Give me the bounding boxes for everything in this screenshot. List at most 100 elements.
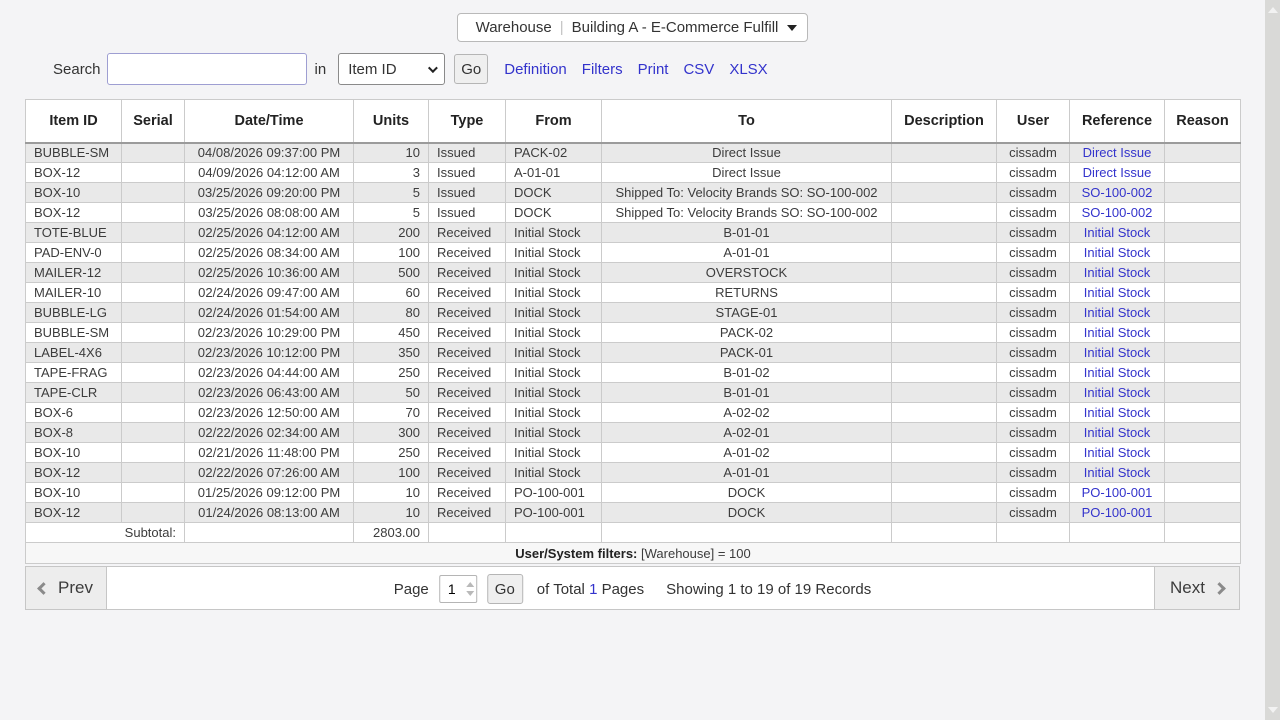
cell-units: 5	[354, 183, 429, 203]
subtotal-empty	[1165, 523, 1241, 543]
cell-type: Received	[429, 223, 506, 243]
cell-ref: SO-100-002	[1070, 203, 1165, 223]
search-field-select[interactable]: Item ID	[338, 53, 445, 85]
reference-link[interactable]: Direct Issue	[1083, 165, 1152, 180]
context-module-label[interactable]: Warehouse	[468, 19, 560, 36]
caret-down-icon	[787, 25, 797, 31]
vertical-scrollbar[interactable]	[1265, 0, 1280, 720]
cell-ref: Initial Stock	[1070, 363, 1165, 383]
page-number-input[interactable]	[440, 576, 464, 602]
cell-ref: Initial Stock	[1070, 263, 1165, 283]
table-row: BUBBLE-LG02/24/2026 01:54:00 AM80Receive…	[26, 303, 1241, 323]
reference-link[interactable]: PO-100-001	[1082, 505, 1153, 520]
total-pages-text: of Total 1 Pages	[537, 581, 644, 598]
scroll-up-icon[interactable]	[1268, 7, 1278, 13]
subtotal-empty	[1070, 523, 1165, 543]
cell-ref: Initial Stock	[1070, 243, 1165, 263]
reference-link[interactable]: Initial Stock	[1084, 245, 1150, 260]
cell-date: 02/23/2026 06:43:00 AM	[185, 383, 354, 403]
cell-type: Issued	[429, 183, 506, 203]
cell-from: A-01-01	[506, 163, 602, 183]
next-button[interactable]: Next	[1154, 567, 1239, 609]
cell-date: 03/25/2026 08:08:00 AM	[185, 203, 354, 223]
table-row: BOX-1201/24/2026 08:13:00 AM10ReceivedPO…	[26, 503, 1241, 523]
cell-units: 60	[354, 283, 429, 303]
cell-type: Received	[429, 323, 506, 343]
xlsx-link[interactable]: XLSX	[729, 61, 767, 78]
reference-link[interactable]: Initial Stock	[1084, 285, 1150, 300]
reference-link[interactable]: Initial Stock	[1084, 425, 1150, 440]
scroll-down-icon[interactable]	[1268, 707, 1278, 713]
cell-ref: Direct Issue	[1070, 143, 1165, 163]
reference-link[interactable]: Initial Stock	[1084, 405, 1150, 420]
cell-desc	[892, 243, 997, 263]
reference-link[interactable]: Initial Stock	[1084, 225, 1150, 240]
cell-type: Received	[429, 283, 506, 303]
cell-ref: PO-100-001	[1070, 483, 1165, 503]
subtotal-units-value: 2803.00	[354, 523, 429, 543]
reference-link[interactable]: Initial Stock	[1084, 325, 1150, 340]
column-header-from: From	[506, 100, 602, 143]
table-row: BOX-1202/22/2026 07:26:00 AM100ReceivedI…	[26, 463, 1241, 483]
cell-item: BOX-10	[26, 483, 122, 503]
definition-link[interactable]: Definition	[504, 61, 567, 78]
cell-to: Direct Issue	[602, 163, 892, 183]
reference-link[interactable]: Initial Stock	[1084, 445, 1150, 460]
cell-type: Issued	[429, 163, 506, 183]
reference-link[interactable]: Initial Stock	[1084, 345, 1150, 360]
cell-item: BOX-6	[26, 403, 122, 423]
spinner-down-icon[interactable]	[466, 591, 474, 596]
reference-link[interactable]: SO-100-002	[1082, 185, 1153, 200]
filters-note-row: User/System filters: [Warehouse] = 100	[26, 543, 1241, 564]
cell-type: Received	[429, 503, 506, 523]
column-header-user: User	[997, 100, 1070, 143]
cell-item: LABEL-4X6	[26, 343, 122, 363]
reference-link[interactable]: PO-100-001	[1082, 485, 1153, 500]
cell-date: 04/09/2026 04:12:00 AM	[185, 163, 354, 183]
cell-from: Initial Stock	[506, 403, 602, 423]
csv-link[interactable]: CSV	[683, 61, 714, 78]
reference-link[interactable]: Initial Stock	[1084, 365, 1150, 380]
cell-date: 02/23/2026 10:29:00 PM	[185, 323, 354, 343]
cell-reason	[1165, 303, 1241, 323]
reference-link[interactable]: SO-100-002	[1082, 205, 1153, 220]
cell-user: cissadm	[997, 303, 1070, 323]
transactions-table: Item IDSerialDate/TimeUnitsTypeFromToDes…	[25, 99, 1241, 564]
page-number-spinner[interactable]	[464, 576, 476, 602]
search-input[interactable]	[107, 53, 307, 85]
cell-ref: SO-100-002	[1070, 183, 1165, 203]
search-go-button[interactable]: Go	[454, 54, 488, 84]
reference-link[interactable]: Initial Stock	[1084, 385, 1150, 400]
reference-link[interactable]: Initial Stock	[1084, 265, 1150, 280]
cell-desc	[892, 503, 997, 523]
table-row: BOX-602/23/2026 12:50:00 AM70ReceivedIni…	[26, 403, 1241, 423]
page-label: Page	[394, 581, 429, 598]
table-row: BOX-1003/25/2026 09:20:00 PM5IssuedDOCKS…	[26, 183, 1241, 203]
context-switcher-button[interactable]: Warehouse | Building A - E-Commerce Fulf…	[457, 13, 809, 42]
cell-desc	[892, 483, 997, 503]
cell-serial	[122, 183, 185, 203]
page-go-button[interactable]: Go	[487, 574, 523, 604]
filters-link[interactable]: Filters	[582, 61, 623, 78]
prev-button[interactable]: Prev	[26, 567, 107, 609]
cell-type: Issued	[429, 203, 506, 223]
cell-date: 02/23/2026 12:50:00 AM	[185, 403, 354, 423]
reference-link[interactable]: Initial Stock	[1084, 305, 1150, 320]
filters-note: User/System filters: [Warehouse] = 100	[26, 543, 1241, 564]
cell-reason	[1165, 263, 1241, 283]
cell-desc	[892, 263, 997, 283]
cell-units: 250	[354, 363, 429, 383]
cell-reason	[1165, 203, 1241, 223]
cell-item: BOX-12	[26, 163, 122, 183]
reference-link[interactable]: Initial Stock	[1084, 465, 1150, 480]
cell-reason	[1165, 283, 1241, 303]
cell-from: Initial Stock	[506, 303, 602, 323]
cell-from: Initial Stock	[506, 343, 602, 363]
print-link[interactable]: Print	[638, 61, 669, 78]
cell-date: 02/22/2026 02:34:00 AM	[185, 423, 354, 443]
subtotal-empty	[602, 523, 892, 543]
spinner-up-icon[interactable]	[466, 582, 474, 587]
reference-link[interactable]: Direct Issue	[1083, 145, 1152, 160]
cell-units: 100	[354, 463, 429, 483]
context-warehouse-label[interactable]: Building A - E-Commerce Fulfill	[564, 19, 787, 36]
